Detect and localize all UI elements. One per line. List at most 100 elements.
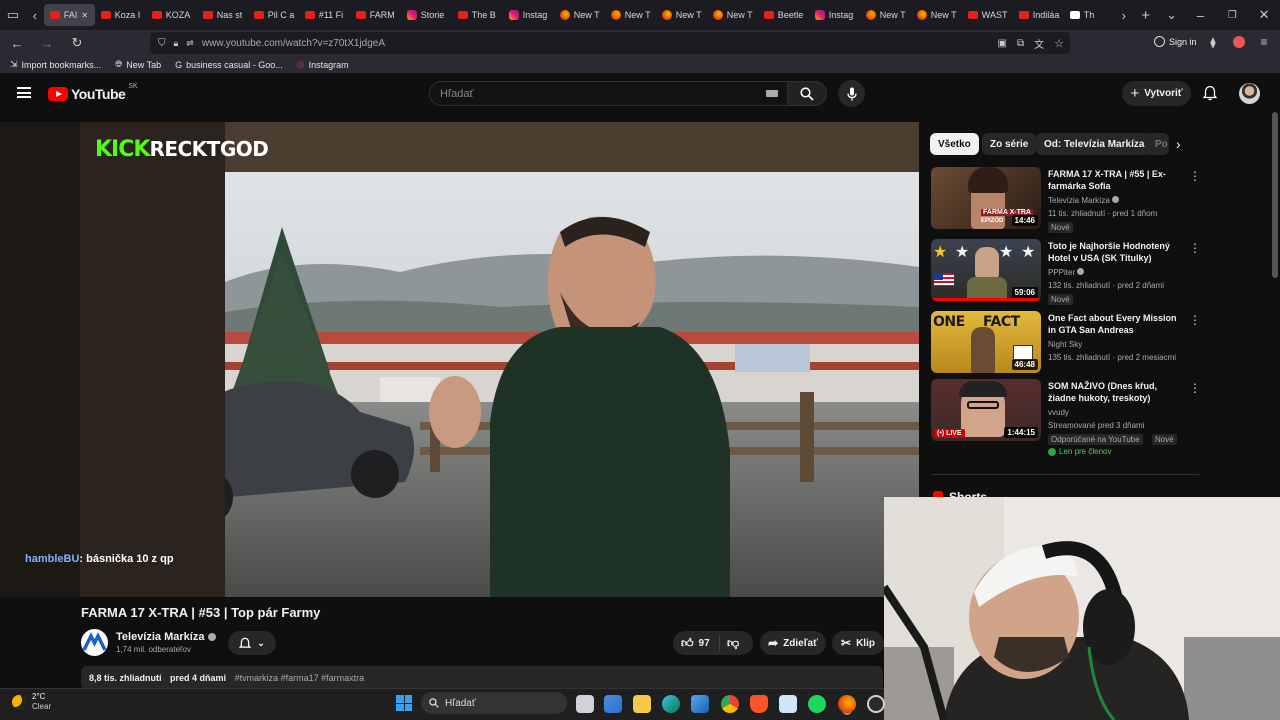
screenshot-icon[interactable]: ⧉	[1017, 38, 1024, 49]
channel-name[interactable]: Televízia Markíza	[116, 631, 217, 643]
browser-tab[interactable]: Th	[1064, 4, 1115, 26]
reload-icon[interactable]: ↻	[62, 35, 92, 51]
minimize-icon[interactable]: –	[1184, 8, 1216, 23]
extensions-icon[interactable]: ⧫	[1206, 36, 1220, 49]
browser-tab[interactable]: New T	[860, 4, 911, 26]
shield-icon[interactable]: ⛉	[158, 38, 166, 49]
weather-widget[interactable]: 2°C Clear	[12, 692, 51, 712]
clip-button[interactable]: ✂ Klip	[832, 631, 884, 655]
microsoft-store-icon[interactable]	[604, 695, 622, 713]
brave-icon[interactable]	[750, 695, 768, 713]
browser-tab[interactable]: New T	[707, 4, 758, 26]
browser-tab[interactable]: New T	[911, 4, 962, 26]
browser-tab[interactable]: Beetle	[758, 4, 809, 26]
bookmark-item[interactable]: ◎ Instagram	[297, 59, 349, 70]
video-thumbnail[interactable]: FARMA X-TRA EPIZÓD 14:46	[931, 167, 1041, 229]
bookmark-item[interactable]: Gbusiness casual - Goo...	[175, 60, 283, 70]
more-options-icon[interactable]: ⋮	[1189, 313, 1201, 327]
recommendation-item[interactable]: ★ ★ ★ ★ 59:06 Toto je Najhoršie Hodnoten…	[931, 239, 1201, 305]
task-view-icon[interactable]	[576, 695, 594, 713]
channel-avatar[interactable]	[81, 629, 108, 656]
more-options-icon[interactable]: ⋮	[1189, 169, 1201, 183]
browser-tab[interactable]: KOZA	[146, 4, 197, 26]
browser-tab[interactable]: Storie	[401, 4, 452, 26]
like-button[interactable]: 👍︎ 97	[673, 636, 719, 651]
tab-list-icon[interactable]: ▭	[0, 7, 26, 23]
youtube-logo[interactable]: YouTube SK	[48, 83, 138, 102]
recommendation-channel[interactable]: Night Sky	[1048, 340, 1082, 349]
taskbar-search-input[interactable]: Hľadať	[421, 692, 567, 714]
share-button[interactable]: ➦ Zdieľať	[760, 631, 826, 655]
page-scrollbar[interactable]	[1272, 112, 1278, 278]
video-thumbnail[interactable]: (•) LIVE 1:44:15	[931, 379, 1041, 441]
dislike-button[interactable]: 👎︎	[720, 636, 739, 651]
recommendation-item[interactable]: ONE FACT 46:48 One Fact about Every Miss…	[931, 311, 1201, 375]
recommendation-title[interactable]: SOM NAŽIVO (Dnes křud, žiadne hukoty, tr…	[1048, 380, 1180, 404]
tab-overflow-icon[interactable]: ⌄	[1159, 7, 1185, 23]
translate-icon[interactable]: 文	[1034, 36, 1044, 51]
notification-subscribe-button[interactable]: ⌄	[228, 631, 276, 655]
new-tab-icon[interactable]: +	[1133, 7, 1159, 24]
windows-start-icon[interactable]	[396, 695, 412, 711]
create-button[interactable]: + Vytvoriť	[1122, 81, 1191, 106]
browser-tab[interactable]: Indiláa	[1013, 4, 1064, 26]
hashtags[interactable]: #tvmarkiza #farma17 #farmaxtra	[235, 673, 365, 683]
browser-tab[interactable]: New T	[656, 4, 707, 26]
browser-tab[interactable]: #11 Fi	[299, 4, 350, 26]
recommendation-title[interactable]: One Fact about Every Mission in GTA San …	[1048, 312, 1180, 336]
search-input[interactable]: Hľadať	[429, 81, 788, 106]
chip-from-channel[interactable]: Od: Televízia Markíza	[1036, 133, 1153, 155]
bookmark-star-icon[interactable]: ☆	[1054, 37, 1064, 50]
settings-gear-icon[interactable]	[867, 695, 885, 713]
permissions-icon[interactable]: ⇌	[186, 38, 194, 49]
search-button[interactable]	[787, 81, 827, 106]
browser-tab[interactable]: FARM	[350, 4, 401, 26]
file-explorer-icon[interactable]	[633, 695, 651, 713]
tabs-scroll-right-icon[interactable]: ›	[1115, 8, 1133, 23]
more-options-icon[interactable]: ⋮	[1189, 381, 1201, 395]
voice-search-button[interactable]	[838, 80, 865, 107]
browser-tab[interactable]: Instag	[503, 4, 554, 26]
lock-icon[interactable]: 🔒︎	[174, 38, 179, 49]
browser-tab[interactable]: WAST	[962, 4, 1013, 26]
chips-scroll-right-icon[interactable]: ›	[1176, 136, 1181, 152]
browser-tab[interactable]: FAI ✕	[43, 4, 95, 26]
avatar[interactable]	[1239, 83, 1260, 104]
close-tab-icon[interactable]: ✕	[81, 11, 88, 20]
browser-tab[interactable]: New T	[605, 4, 656, 26]
video-thumbnail[interactable]: ★ ★ ★ ★ 59:06	[931, 239, 1041, 301]
video-thumbnail[interactable]: ONE FACT 46:48	[931, 311, 1041, 373]
recommendation-item[interactable]: FARMA X-TRA EPIZÓD 14:46 FARMA 17 X-TRA …	[931, 167, 1201, 233]
notifications-bell-icon[interactable]	[1202, 85, 1218, 106]
browser-tab[interactable]: New T	[554, 4, 605, 26]
forward-icon[interactable]: →	[32, 36, 62, 51]
back-icon[interactable]: ←	[2, 36, 32, 51]
firefox-account-icon[interactable]	[1233, 36, 1245, 48]
notepad-icon[interactable]	[779, 695, 797, 713]
hamburger-menu-icon[interactable]	[17, 87, 31, 98]
browser-tab[interactable]: Nas st	[197, 4, 248, 26]
keyboard-icon[interactable]	[766, 90, 778, 97]
recommendation-channel[interactable]: PPPiter	[1048, 268, 1085, 277]
bookmark-item[interactable]: ⇲ Import bookmarks...	[10, 59, 101, 70]
more-options-icon[interactable]: ⋮	[1189, 241, 1201, 255]
menu-icon[interactable]: ≡	[1257, 35, 1271, 49]
edge-icon[interactable]	[662, 695, 680, 713]
recommendation-channel[interactable]: vvudy	[1048, 408, 1069, 417]
bookmark-item[interactable]: 🌐︎ New Tab	[115, 59, 161, 70]
chrome-icon[interactable]	[721, 695, 739, 713]
recommendation-title[interactable]: Toto je Najhoršie Hodnotený Hotel v USA …	[1048, 240, 1180, 264]
chip-all[interactable]: Všetko	[930, 133, 979, 155]
description-box[interactable]: 8,8 tis. zhliadnutí pred 4 dňami #tvmark…	[81, 666, 883, 690]
maximize-icon[interactable]: ❐	[1216, 10, 1248, 21]
sign-in-button[interactable]: Sign in	[1154, 36, 1197, 47]
browser-tab[interactable]: Koza I	[95, 4, 146, 26]
firefox-icon[interactable]	[838, 695, 856, 713]
recommendation-title[interactable]: FARMA 17 X-TRA | #55 | Ex-farmárka Sofia	[1048, 168, 1180, 192]
spotify-icon[interactable]	[808, 695, 826, 713]
close-window-icon[interactable]: ✕	[1248, 7, 1280, 23]
recommendation-item[interactable]: (•) LIVE 1:44:15 SOM NAŽIVO (Dnes křud, …	[931, 379, 1201, 463]
tabs-scroll-left-icon[interactable]: ‹	[26, 8, 44, 23]
address-bar[interactable]: ⛉ 🔒︎ ⇌ www.youtube.com/watch?v=z70tX1jdg…	[150, 32, 1070, 54]
picture-in-picture-icon[interactable]: ▣	[998, 38, 1007, 49]
